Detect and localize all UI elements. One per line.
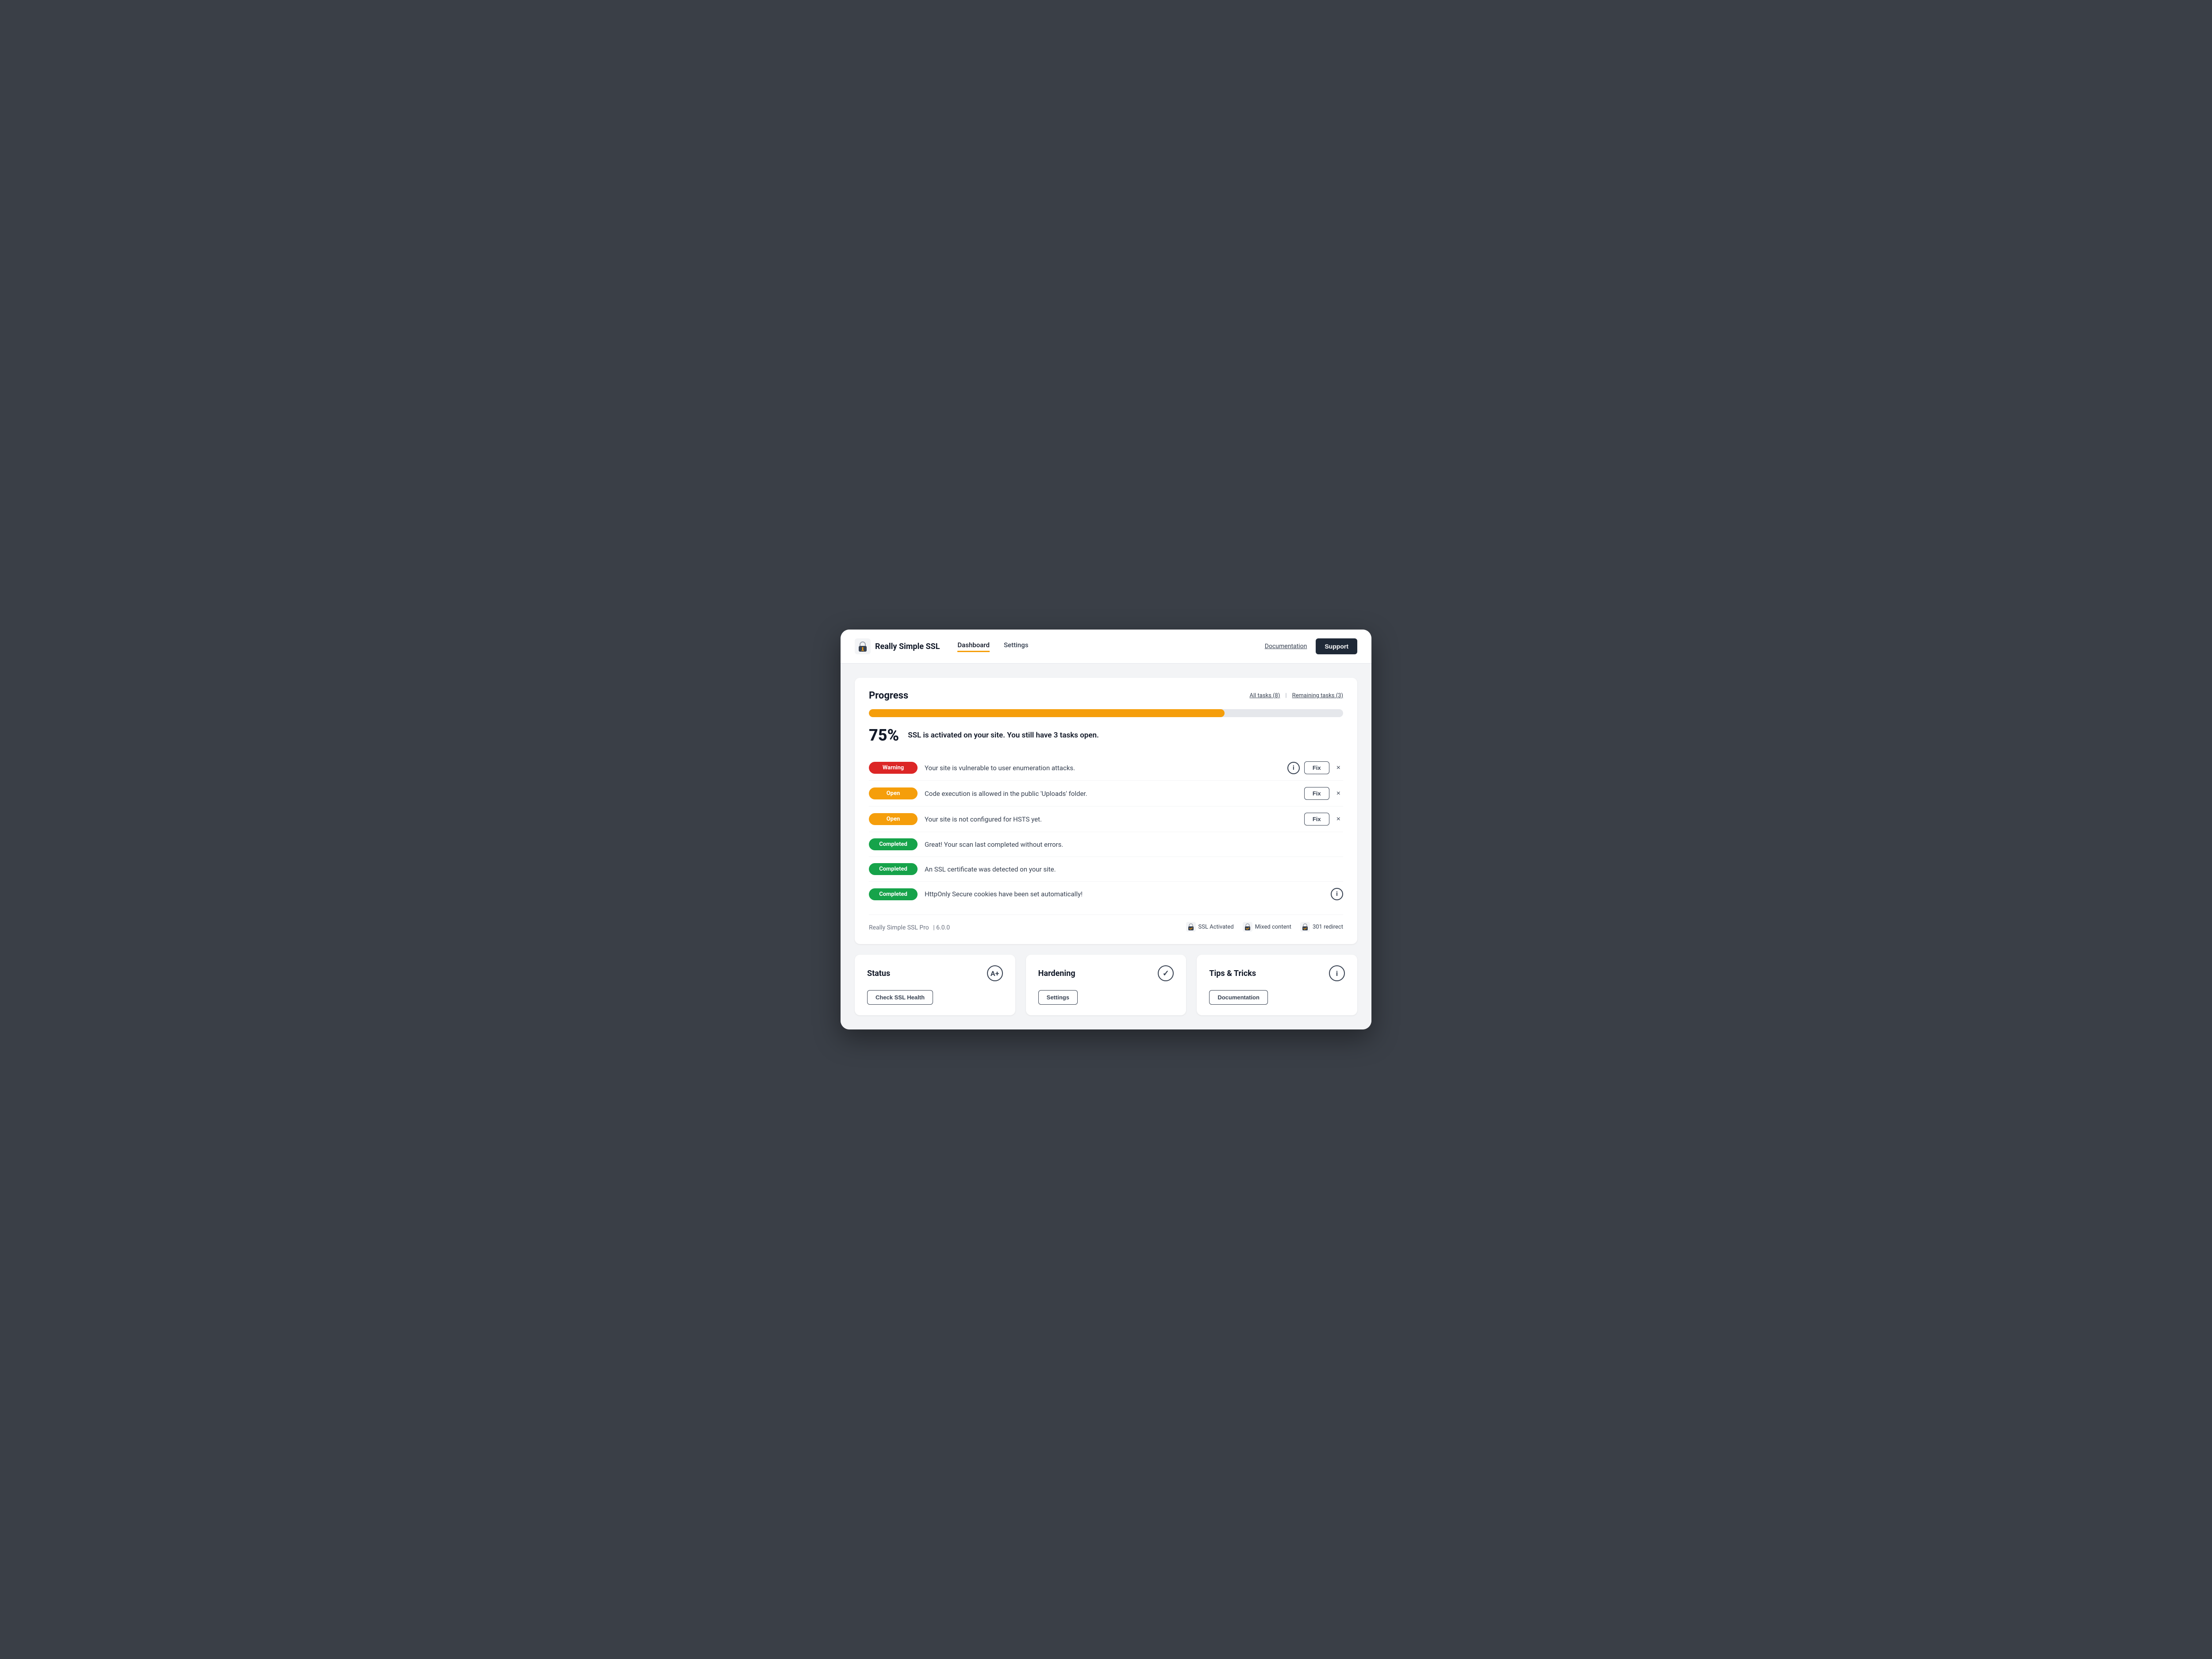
logo-area: Really Simple SSL: [855, 638, 940, 654]
fix-button[interactable]: Fix: [1304, 813, 1329, 826]
progress-summary: 75% SSL is activated on your site. You s…: [869, 726, 1343, 745]
info-icon[interactable]: i: [1287, 762, 1300, 774]
status-badge: Completed: [869, 838, 918, 850]
task-divider: |: [1285, 692, 1286, 699]
header: Really Simple SSL Dashboard Settings Doc…: [841, 630, 1371, 664]
support-button[interactable]: Support: [1316, 638, 1357, 654]
logo-icon: [855, 638, 871, 654]
progress-title: Progress: [869, 690, 908, 701]
card-action-button[interactable]: Settings: [1038, 990, 1078, 1005]
close-button[interactable]: ×: [1334, 762, 1343, 774]
status-badge: Completed: [869, 888, 918, 900]
task-links: All tasks (8) | Remaining tasks (3): [1250, 692, 1343, 699]
bottom-card-header: Hardening ✓: [1038, 965, 1174, 981]
tab-dashboard[interactable]: Dashboard: [957, 641, 990, 652]
badge-label: 301 redirect: [1313, 924, 1343, 930]
documentation-link[interactable]: Documentation: [1265, 643, 1307, 650]
progress-header: Progress All tasks (8) | Remaining tasks…: [869, 690, 1343, 701]
lock-check-icon: [1243, 922, 1252, 932]
all-tasks-link[interactable]: All tasks (8): [1250, 692, 1280, 699]
nav-tabs: Dashboard Settings: [957, 641, 1247, 652]
bottom-card-header: Tips & Tricks i: [1209, 965, 1345, 981]
footer-badge-item: SSL Activated: [1186, 922, 1234, 932]
info-icon[interactable]: i: [1331, 888, 1343, 900]
task-text: An SSL certificate was detected on your …: [925, 865, 1336, 873]
logo-text: Really Simple SSL: [875, 642, 940, 651]
task-text: Your site is not configured for HSTS yet…: [925, 815, 1297, 823]
progress-message: SSL is activated on your site. You still…: [908, 731, 1099, 740]
remaining-tasks-link[interactable]: Remaining tasks (3): [1292, 692, 1343, 699]
progress-bar-fill: [869, 709, 1225, 717]
task-actions: Fix ×: [1304, 813, 1343, 826]
status-badge: Open: [869, 813, 918, 825]
bottom-card: Hardening ✓ Settings: [1026, 955, 1187, 1015]
badge-label: Mixed content: [1255, 924, 1291, 930]
app-window: Really Simple SSL Dashboard Settings Doc…: [841, 630, 1371, 1029]
progress-card-footer: Really Simple SSL Pro | 6.0.0 SSL Activa…: [869, 914, 1343, 932]
main-content: Progress All tasks (8) | Remaining tasks…: [841, 664, 1371, 1029]
progress-percent: 75%: [869, 726, 899, 745]
task-text: Code execution is allowed in the public …: [925, 790, 1297, 798]
close-button[interactable]: ×: [1334, 788, 1343, 799]
badge-label: SSL Activated: [1198, 924, 1234, 930]
bottom-card: Status A+ Check SSL Health: [855, 955, 1015, 1015]
footer-badge-item: Mixed content: [1243, 922, 1291, 932]
task-row: Open Your site is not configured for HST…: [869, 806, 1343, 832]
footer-badge-item: 301 redirect: [1300, 922, 1343, 932]
footer-brand: Really Simple SSL Pro | 6.0.0: [869, 923, 950, 931]
task-text: Great! Your scan last completed without …: [925, 841, 1336, 849]
task-actions: i: [1331, 888, 1343, 900]
bottom-card-title: Hardening: [1038, 969, 1075, 978]
bottom-card-header: Status A+: [867, 965, 1003, 981]
tasks-list: Warning Your site is vulnerable to user …: [869, 755, 1343, 906]
task-actions: i Fix ×: [1287, 761, 1343, 774]
task-row: Completed HttpOnly Secure cookies have b…: [869, 882, 1343, 906]
bottom-card-title: Tips & Tricks: [1209, 969, 1256, 978]
progress-bar-container: [869, 709, 1343, 717]
task-row: Completed Great! Your scan last complete…: [869, 832, 1343, 857]
fix-button[interactable]: Fix: [1304, 761, 1329, 774]
bottom-card-icon: i: [1329, 965, 1345, 981]
task-row: Completed An SSL certificate was detecte…: [869, 857, 1343, 882]
header-actions: Documentation Support: [1265, 638, 1357, 654]
tab-settings[interactable]: Settings: [1004, 641, 1029, 652]
task-row: Warning Your site is vulnerable to user …: [869, 755, 1343, 781]
lock-check-icon: [1186, 922, 1196, 932]
bottom-card-icon: ✓: [1158, 965, 1174, 981]
status-badge: Warning: [869, 762, 918, 774]
footer-badges: SSL Activated Mixed content 301 redirect: [1186, 922, 1343, 932]
progress-card: Progress All tasks (8) | Remaining tasks…: [855, 678, 1357, 944]
card-action-button[interactable]: Documentation: [1209, 990, 1268, 1005]
status-badge: Open: [869, 787, 918, 799]
bottom-card-title: Status: [867, 969, 890, 978]
task-actions: Fix ×: [1304, 787, 1343, 800]
task-text: HttpOnly Secure cookies have been set au…: [925, 890, 1324, 898]
lock-check-icon: [1300, 922, 1310, 932]
bottom-card-icon: A+: [987, 965, 1003, 981]
status-badge: Completed: [869, 863, 918, 875]
card-action-button[interactable]: Check SSL Health: [867, 990, 933, 1005]
bottom-cards: Status A+ Check SSL Health Hardening ✓ S…: [855, 955, 1357, 1015]
close-button[interactable]: ×: [1334, 814, 1343, 825]
task-text: Your site is vulnerable to user enumerat…: [925, 764, 1280, 772]
fix-button[interactable]: Fix: [1304, 787, 1329, 800]
task-row: Open Code execution is allowed in the pu…: [869, 781, 1343, 806]
bottom-card: Tips & Tricks i Documentation: [1197, 955, 1357, 1015]
